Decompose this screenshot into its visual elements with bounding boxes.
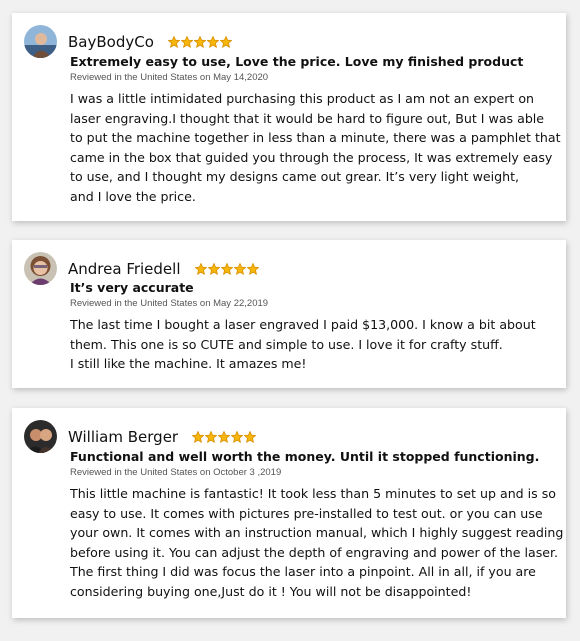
review-body-line: and I love the price. [70,188,196,204]
user-avatar-icon[interactable] [24,252,57,285]
review-body-line: This little machine is fantastic! It too… [70,486,557,501]
reviewer-name[interactable]: Andrea Friedell [68,260,181,278]
review-body-line: The last time I bought a laser engraved … [70,317,536,332]
review-card: Andrea Friedell It’s very accurate Revie… [12,240,566,388]
review-body-line: your own. It comes with an instruction m… [70,525,564,541]
star-icon [233,262,246,275]
review-body-line: came in the box that guided you through … [70,149,553,165]
review-body-line: considering buying one,Just do it ! You … [70,583,472,599]
review-body-line: them. This one is so CUTE and simple to … [70,336,503,352]
star-icon [206,35,219,48]
star-rating [194,262,259,275]
star-icon [246,262,259,275]
review-body-line: I still like the machine. It amazes me! [70,356,307,372]
review-body-line: I was a little intimidated purchasing th… [70,91,535,106]
star-icon [167,35,180,48]
user-avatar-icon[interactable] [24,25,57,58]
review-body: I was a little intimidated purchasing th… [70,89,561,207]
star-icon [180,35,193,48]
star-rating [192,430,257,443]
review-title[interactable]: Extremely easy to use, Love the price. L… [70,54,523,69]
review-body: This little machine is fantastic! It too… [70,484,563,602]
star-icon [218,430,231,443]
star-icon [244,430,257,443]
star-icon [220,262,233,275]
user-avatar-icon[interactable] [24,420,57,453]
star-icon [207,262,220,275]
reviewer-name[interactable]: BayBodyCo [68,33,154,51]
review-body-line: The first thing I did was focus the lase… [70,564,536,580]
review-date: Reviewed in the United States on May 22,… [70,298,269,309]
review-date: Reviewed in the United States on May 14,… [70,72,269,83]
star-icon [193,35,206,48]
review-title[interactable]: It’s very accurate [70,280,194,295]
review-body-line: to put the machine together in less than… [70,130,561,146]
star-icon [231,430,244,443]
star-icon [219,35,232,48]
review-body-line: easy to use. It comes with pictures pre-… [70,505,543,521]
review-title[interactable]: Functional and well worth the money. Unt… [70,449,539,464]
review-body: The last time I bought a laser engraved … [70,315,536,374]
reviewer-name[interactable]: William Berger [68,428,178,446]
star-icon [205,430,218,443]
star-icon [192,430,205,443]
review-body-line: before using it. You can adjust the dept… [70,544,559,560]
review-card: BayBodyCo Extremely easy to use, Love th… [12,13,566,221]
review-date: Reviewed in the United States on October… [70,467,282,478]
review-body-line: laser engraving.I thought that it would … [70,110,545,126]
review-body-line: to use, and I thought my designs came ou… [70,169,520,185]
star-rating [167,35,232,48]
review-card: William Berger Functional and well worth… [12,408,566,618]
star-icon [194,262,207,275]
